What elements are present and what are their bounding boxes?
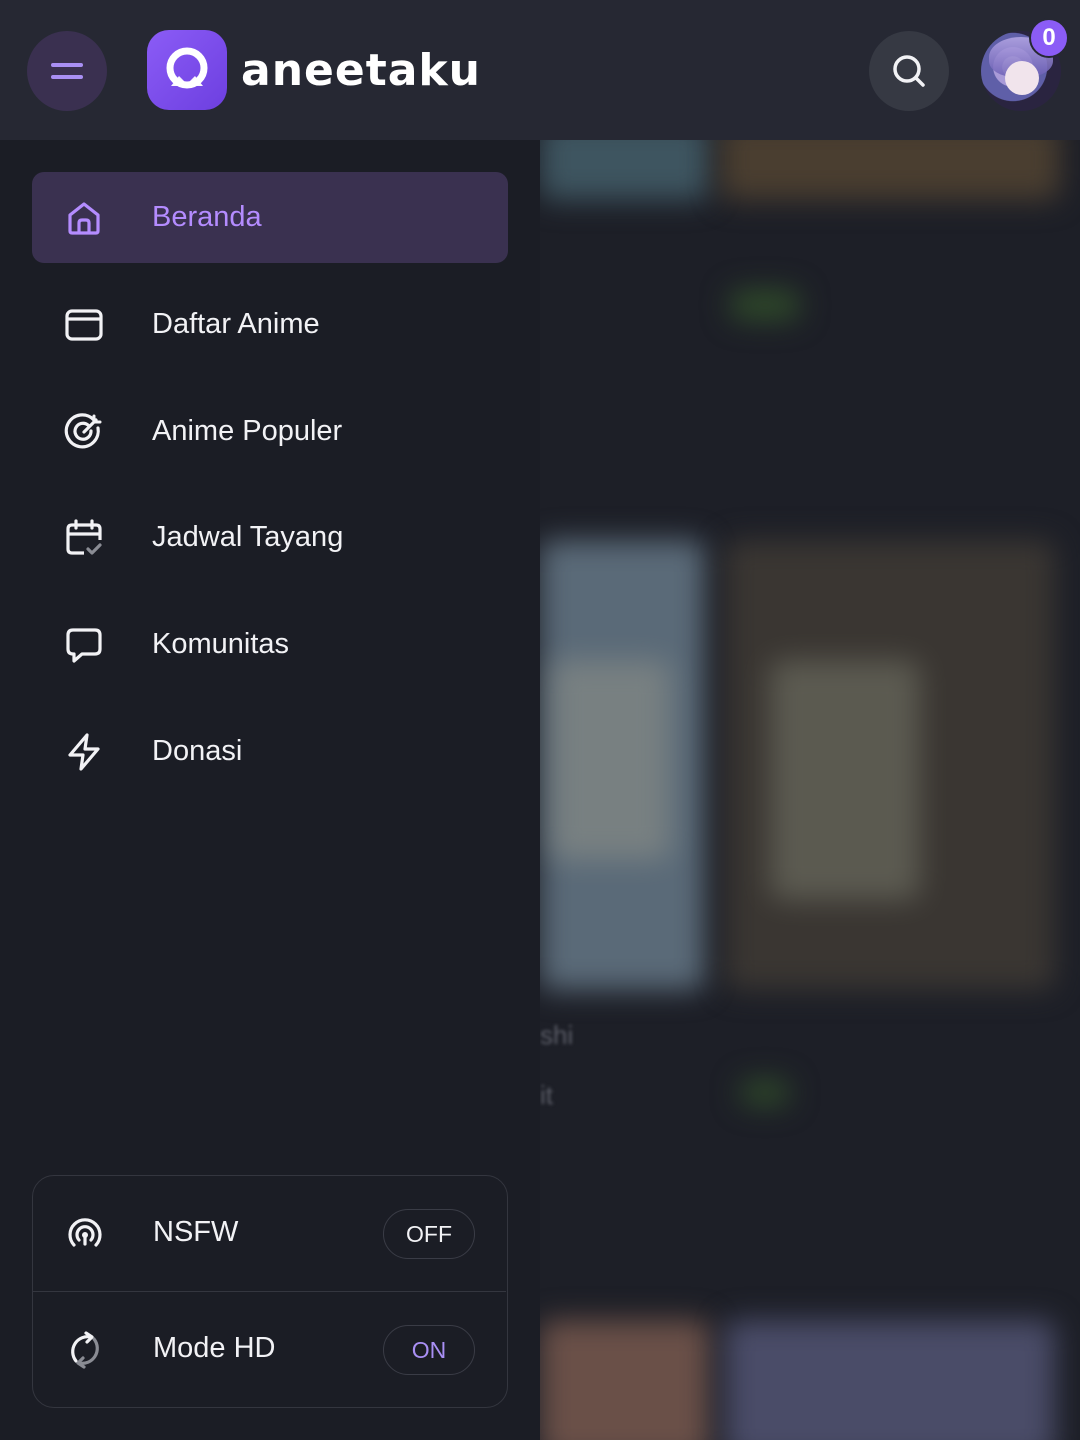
home-icon xyxy=(64,198,104,238)
sidebar-item-label: Anime Populer xyxy=(152,415,343,447)
search-icon xyxy=(893,55,925,87)
calendar-check-icon xyxy=(64,518,104,558)
top-header: aneetaku 0 xyxy=(0,0,1080,140)
sidebar-item-beranda[interactable]: Beranda xyxy=(32,172,508,263)
sidebar-item-label: Daftar Anime xyxy=(152,308,320,340)
mode-hd-state-pill[interactable]: ON xyxy=(383,1325,475,1375)
target-icon xyxy=(64,412,104,452)
hamburger-icon xyxy=(51,63,83,67)
sidebar-item-komunitas[interactable]: Komunitas xyxy=(32,599,508,690)
nsfw-label: NSFW xyxy=(153,1216,239,1248)
chat-bubble-icon xyxy=(64,625,104,665)
search-button[interactable] xyxy=(869,31,949,111)
mode-hd-label: Mode HD xyxy=(153,1332,276,1364)
brand-name: aneetaku xyxy=(241,44,482,96)
sidebar-item-donasi[interactable]: Donasi xyxy=(32,706,508,797)
site-logo[interactable]: aneetaku xyxy=(147,30,481,110)
side-navigation: Beranda Daftar Anime Anime Populer Jadwa… xyxy=(0,140,540,1440)
refresh-icon xyxy=(65,1330,105,1370)
partial-meta-text: it xyxy=(540,1080,553,1110)
browser-window-icon xyxy=(64,305,104,345)
logo-mark-icon xyxy=(147,30,227,110)
lightning-icon xyxy=(64,732,104,772)
sidebar-item-label: Beranda xyxy=(152,201,262,233)
broadcast-icon xyxy=(65,1214,105,1254)
sidebar-item-daftar-anime[interactable]: Daftar Anime xyxy=(32,279,508,370)
background-content: shi it xyxy=(540,140,1080,1440)
menu-toggle-button[interactable] xyxy=(27,31,107,111)
partial-title-text: shi xyxy=(540,1020,574,1050)
settings-toggle-card: NSFW OFF Mode HD ON xyxy=(32,1175,508,1408)
sidebar-item-jadwal-tayang[interactable]: Jadwal Tayang xyxy=(32,492,508,583)
mode-hd-toggle[interactable]: Mode HD ON xyxy=(33,1292,506,1408)
sidebar-item-label: Jadwal Tayang xyxy=(152,521,344,553)
nsfw-state-pill[interactable]: OFF xyxy=(383,1209,475,1259)
sidebar-item-label: Donasi xyxy=(152,735,243,767)
sidebar-item-label: Komunitas xyxy=(152,628,290,660)
sidebar-item-anime-populer[interactable]: Anime Populer xyxy=(32,386,508,477)
nsfw-toggle[interactable]: NSFW OFF xyxy=(33,1176,506,1292)
notification-badge: 0 xyxy=(1029,18,1069,58)
